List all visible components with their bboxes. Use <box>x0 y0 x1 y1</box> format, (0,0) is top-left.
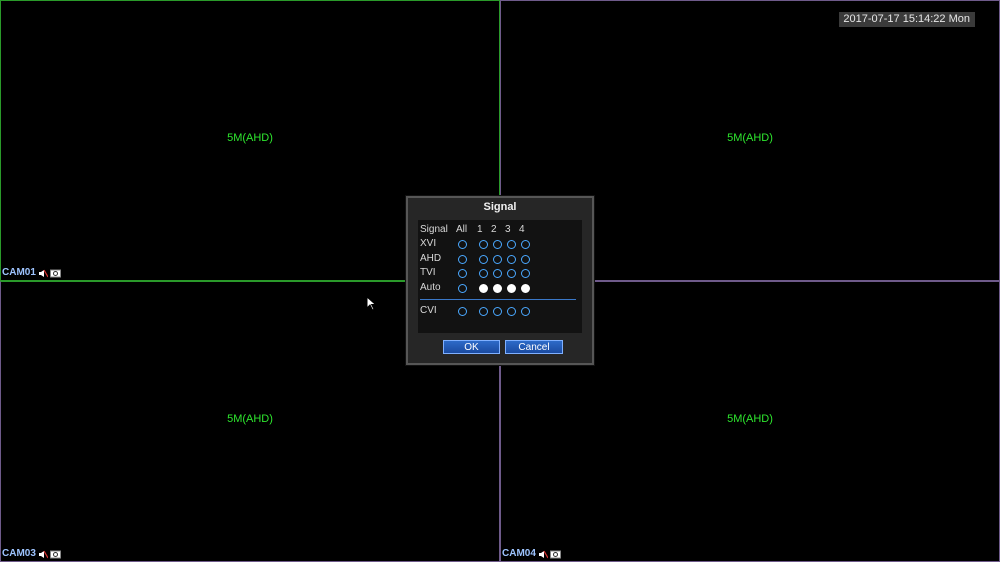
camera-label: CAM01 <box>2 267 61 278</box>
signal-radio-2[interactable] <box>493 269 502 279</box>
divider <box>420 299 576 300</box>
signal-radio-all[interactable] <box>458 307 467 316</box>
signal-radio-3[interactable] <box>507 240 516 249</box>
header-label: Signal <box>420 224 448 235</box>
mute-speaker-icon <box>38 269 48 277</box>
signal-status: 5M(AHD) <box>727 413 773 425</box>
signal-radio-4[interactable] <box>521 284 530 294</box>
signal-grid: Signal All 1 2 3 4 XVI AHD TVI Auto CVI <box>418 220 582 333</box>
camera-record-icon <box>49 550 61 558</box>
camera-label: CAM04 <box>502 548 561 559</box>
row-label: CVI <box>420 305 437 316</box>
camera-record-icon <box>549 550 561 558</box>
signal-radio-3[interactable] <box>507 269 516 279</box>
column-header-3: 3 <box>505 224 511 235</box>
signal-radio-1[interactable] <box>479 307 488 316</box>
signal-radio-4[interactable] <box>521 254 530 264</box>
grid-header-row: Signal All 1 2 3 4 <box>420 224 580 238</box>
signal-radio-all[interactable] <box>458 269 467 279</box>
signal-radio-4[interactable] <box>521 269 530 279</box>
signal-row-cvi: CVI <box>420 305 580 319</box>
row-label: XVI <box>420 238 437 249</box>
row-label: AHD <box>420 252 442 264</box>
signal-radio-1[interactable] <box>479 269 488 279</box>
signal-radio-3[interactable] <box>507 307 516 316</box>
column-header-2: 2 <box>491 224 497 235</box>
signal-status: 5M(AHD) <box>227 132 273 144</box>
ok-button[interactable]: OK <box>443 340 500 354</box>
signal-radio-2[interactable] <box>493 284 502 294</box>
camera-name: CAM01 <box>2 267 36 278</box>
signal-radio-3[interactable] <box>507 254 516 264</box>
signal-radio-4[interactable] <box>521 307 530 316</box>
signal-radio-2[interactable] <box>493 240 502 249</box>
signal-row-xvi: XVI <box>420 238 580 252</box>
signal-radio-4[interactable] <box>521 240 530 249</box>
signal-dialog: Signal Signal All 1 2 3 4 XVI AHD TVI Auto C… <box>406 196 594 365</box>
signal-radio-2[interactable] <box>493 307 502 316</box>
column-header-4: 4 <box>519 224 525 235</box>
column-header-1: 1 <box>477 224 483 235</box>
row-label: TVI <box>420 267 436 279</box>
dialog-title: Signal <box>483 201 517 213</box>
signal-row-ahd: AHD <box>420 253 580 267</box>
signal-radio-all[interactable] <box>458 284 467 294</box>
signal-radio-all[interactable] <box>458 254 467 264</box>
mouse-cursor-icon <box>366 296 377 311</box>
signal-radio-1[interactable] <box>479 284 488 294</box>
signal-row-auto: Auto <box>420 282 580 296</box>
signal-radio-all[interactable] <box>458 240 467 249</box>
signal-status: 5M(AHD) <box>227 413 273 425</box>
datetime-display: 2017-07-17 15:14:22 Mon <box>839 12 975 27</box>
camera-record-icon <box>49 269 61 277</box>
signal-radio-1[interactable] <box>479 254 488 264</box>
camera-name: CAM03 <box>2 548 36 559</box>
column-header-all: All <box>456 224 468 235</box>
camera-label: CAM03 <box>2 548 61 559</box>
row-label: Auto <box>420 282 441 294</box>
mute-speaker-icon <box>38 550 48 558</box>
signal-radio-2[interactable] <box>493 254 502 264</box>
signal-row-tvi: TVI <box>420 267 580 281</box>
camera-name: CAM04 <box>502 548 536 559</box>
signal-radio-3[interactable] <box>507 284 516 294</box>
cancel-button[interactable]: Cancel <box>505 340 563 354</box>
signal-status: 5M(AHD) <box>727 132 773 144</box>
mute-speaker-icon <box>538 550 548 558</box>
signal-radio-1[interactable] <box>479 240 488 249</box>
